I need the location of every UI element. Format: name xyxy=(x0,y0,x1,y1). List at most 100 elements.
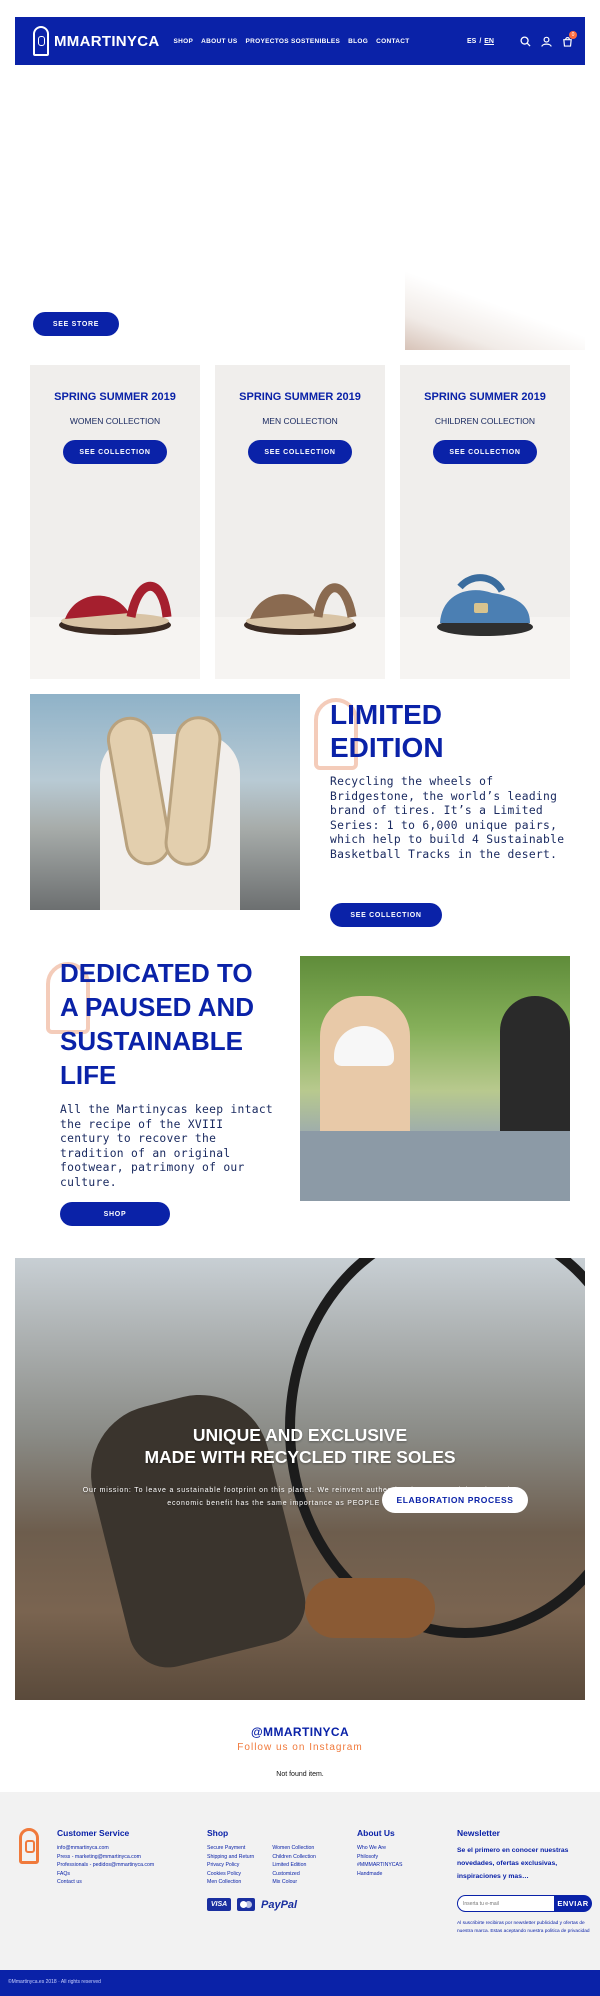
banner-title-line2: MADE WITH RECYCLED TIRE SOLES xyxy=(144,1447,456,1467)
limited-title-line1: LIMITED xyxy=(330,699,442,730)
limited-edition-section: LIMITED EDITION Recycling the wheels of … xyxy=(30,694,570,930)
footer-link[interactable]: Shipping and Return xyxy=(207,1853,254,1862)
header-icons: 0 xyxy=(520,30,577,47)
footer-link[interactable]: Limited Edition xyxy=(272,1861,316,1870)
main-nav: SHOP ABOUT US PROYECTOS SOSTENIBLES BLOG… xyxy=(174,38,410,45)
collection-season: SPRING SUMMER 2019 xyxy=(424,391,546,403)
footer-link[interactable]: Men Collection xyxy=(207,1878,254,1887)
nav-about-us[interactable]: ABOUT US xyxy=(201,38,237,45)
footer-link[interactable]: Professionals - pedidos@mmartinyca.com xyxy=(57,1861,154,1870)
nav-shop[interactable]: SHOP xyxy=(174,38,194,45)
mastercard-icon xyxy=(237,1898,255,1911)
lang-es[interactable]: ES xyxy=(467,38,476,45)
brand-logo[interactable]: MMARTINYCA xyxy=(33,26,160,56)
lang-separator: / xyxy=(479,37,482,45)
instagram-empty-message: Not found item. xyxy=(276,1771,324,1778)
footer-link[interactable]: Secure Payment xyxy=(207,1844,254,1853)
footer-heading: Shop xyxy=(207,1828,229,1838)
footer-heading: Customer Service xyxy=(57,1828,130,1838)
cart-icon[interactable]: 0 xyxy=(562,30,577,47)
nav-blog[interactable]: BLOG xyxy=(348,38,368,45)
banner-title: UNIQUE AND EXCLUSIVE MADE WITH RECYCLED … xyxy=(15,1424,585,1468)
collection-season: SPRING SUMMER 2019 xyxy=(239,391,361,403)
red-sandal-image xyxy=(59,581,172,635)
language-switcher: ES / EN xyxy=(467,38,494,45)
footer-customer-service: Customer Service info@mmartinyca.com Pre… xyxy=(57,1828,154,1887)
footer-link[interactable]: Mix Colour xyxy=(272,1878,316,1887)
dedicated-title-line1: DEDICATED TO xyxy=(60,958,253,988)
sandal-image xyxy=(305,1578,435,1638)
collections-grid: SPRING SUMMER 2019 WOMEN COLLECTION SEE … xyxy=(30,365,570,679)
footer-link[interactable]: Children Collection xyxy=(272,1853,316,1862)
footer-link[interactable]: Contact us xyxy=(57,1878,154,1887)
copyright-text: ©Mmartinyca.es 2018 · All rights reserve… xyxy=(8,1979,101,1985)
logo-icon xyxy=(33,26,49,56)
concrete-wall xyxy=(300,1131,570,1201)
nav-contact[interactable]: CONTACT xyxy=(376,38,409,45)
collection-season: SPRING SUMMER 2019 xyxy=(54,391,176,403)
collection-name: WOMEN COLLECTION xyxy=(69,416,161,426)
collection-name: MEN COLLECTION xyxy=(262,416,338,426)
dedicated-title-line2: A PAUSED AND xyxy=(60,992,255,1022)
see-collection-button[interactable]: SEE COLLECTION xyxy=(248,440,352,464)
see-store-button[interactable]: SEE STORE xyxy=(33,312,119,336)
visa-logo: VISA xyxy=(207,1898,231,1911)
user-icon[interactable] xyxy=(541,36,552,47)
banner-title-line1: UNIQUE AND EXCLUSIVE xyxy=(192,1425,408,1445)
hero-image xyxy=(405,240,585,350)
collection-card-children[interactable]: SPRING SUMMER 2019 CHILDREN COLLECTION S… xyxy=(400,365,570,679)
footer-link[interactable]: info@mmartinyca.com xyxy=(57,1844,154,1853)
dedicated-title-line4: LIFE xyxy=(60,1060,117,1090)
blue-sandal-image xyxy=(437,574,533,636)
elaboration-process-button[interactable]: ELABORATION PROCESS xyxy=(382,1487,528,1513)
footer-shop: Shop Secure Payment Shipping and Return … xyxy=(207,1828,316,1887)
instagram-follow-text: Follow us on Instagram xyxy=(237,1742,363,1753)
limited-title-line2: EDITION xyxy=(330,732,444,763)
lang-en[interactable]: EN xyxy=(484,38,494,45)
footer-link[interactable]: Who We Are xyxy=(357,1844,402,1853)
person-figure xyxy=(320,996,410,1146)
footer-link[interactable]: Cookies Policy xyxy=(207,1870,254,1879)
collection-card-men[interactable]: SPRING SUMMER 2019 MEN COLLECTION SEE CO… xyxy=(215,365,385,679)
see-collection-button[interactable]: SEE COLLECTION xyxy=(433,440,537,464)
copyright-bar: ©Mmartinyca.es 2018 · All rights reserve… xyxy=(0,1970,600,1996)
footer-link[interactable]: Philosofy xyxy=(357,1853,402,1862)
brand-name: MMARTINYCA xyxy=(54,32,160,50)
newsletter-email-input[interactable] xyxy=(457,1895,554,1912)
footer-newsletter: Newsletter Se el primero en conocer nues… xyxy=(457,1828,597,1936)
dedicated-section: DEDICATED TO A PAUSED AND SUSTAINABLE LI… xyxy=(30,956,570,1232)
footer-link[interactable]: Press - marketing@mmartinyca.com xyxy=(57,1853,154,1862)
instagram-handle[interactable]: @MMARTINYCA xyxy=(0,1725,600,1739)
collection-card-women[interactable]: SPRING SUMMER 2019 WOMEN COLLECTION SEE … xyxy=(30,365,200,679)
footer-link[interactable]: FAQs xyxy=(57,1870,154,1879)
limited-edition-photo xyxy=(30,694,300,910)
dedicated-title-line3: SUSTAINABLE xyxy=(60,1026,243,1056)
footer-heading: Newsletter xyxy=(457,1828,500,1838)
dedicated-description: All the Martinycas keep intact the recip… xyxy=(60,1103,274,1189)
newsletter-form: ENVIAR xyxy=(457,1895,592,1912)
dedicated-text: DEDICATED TO A PAUSED AND SUSTAINABLE LI… xyxy=(60,956,280,1190)
hero-banner: SEE STORE xyxy=(15,65,585,350)
footer-link[interactable]: Privacy Policy xyxy=(207,1861,254,1870)
brown-sandal-image xyxy=(244,583,357,635)
footer-heading: About Us xyxy=(357,1828,395,1838)
footer-link[interactable]: #MMMARTINYCAS xyxy=(357,1861,402,1870)
footer-link[interactable]: Women Collection xyxy=(272,1844,316,1853)
limited-see-collection-button[interactable]: SEE COLLECTION xyxy=(330,903,442,927)
see-collection-button[interactable]: SEE COLLECTION xyxy=(63,440,167,464)
footer-link[interactable]: Handmade xyxy=(357,1870,402,1879)
nav-proyectos-sostenibles[interactable]: PROYECTOS SOSTENIBLES xyxy=(245,38,340,45)
limited-edition-text: LIMITED EDITION Recycling the wheels of … xyxy=(330,698,570,862)
newsletter-submit-button[interactable]: ENVIAR xyxy=(554,1895,592,1912)
shop-button[interactable]: SHOP xyxy=(60,1202,170,1226)
payment-methods: VISA PayPal xyxy=(207,1898,297,1911)
footer-logo-icon xyxy=(19,1828,39,1864)
newsletter-text: Se el primero en conocer nuestras noveda… xyxy=(457,1847,569,1880)
footer-link[interactable]: Customized xyxy=(272,1870,316,1879)
limited-description: Recycling the wheels of Bridgestone, the… xyxy=(330,775,565,861)
search-icon[interactable] xyxy=(520,35,531,47)
footer-about: About Us Who We Are Philosofy #MMMARTINY… xyxy=(357,1828,402,1878)
newsletter-legal-text: Al suscribirte recibiras por newsletter … xyxy=(457,1921,590,1934)
cart-count-badge: 0 xyxy=(569,30,577,39)
site-header: MMARTINYCA SHOP ABOUT US PROYECTOS SOSTE… xyxy=(15,17,585,65)
